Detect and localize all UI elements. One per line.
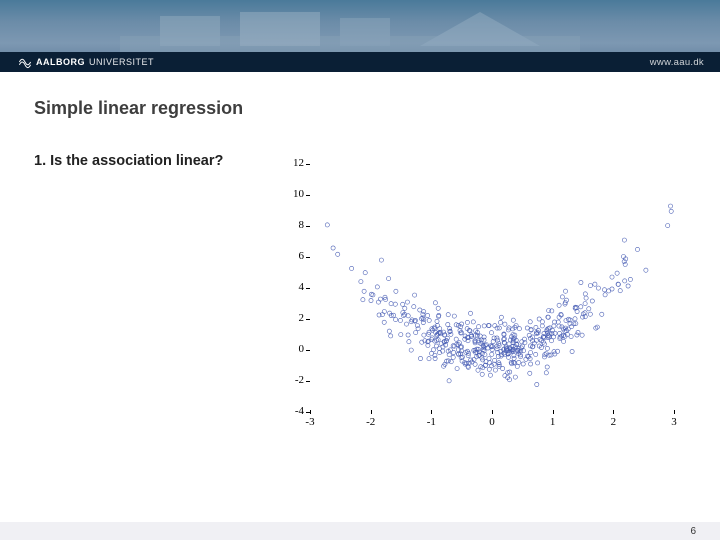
y-tick-label: 8 bbox=[280, 219, 304, 231]
slide-title: Simple linear regression bbox=[34, 98, 686, 119]
page-number: 6 bbox=[690, 526, 696, 537]
y-tick-mark bbox=[306, 319, 310, 320]
logo-text-bold: AALBORG bbox=[36, 57, 85, 67]
header-banner: AALBORG UNIVERSITET www.aau.dk bbox=[0, 0, 720, 72]
x-tick-label: -1 bbox=[421, 416, 441, 428]
y-tick-label: 0 bbox=[280, 343, 304, 355]
y-tick-mark bbox=[306, 226, 310, 227]
university-logo: AALBORG UNIVERSITET bbox=[18, 54, 154, 70]
x-tick-label: 0 bbox=[482, 416, 502, 428]
x-tick-label: 3 bbox=[664, 416, 684, 428]
y-tick-mark bbox=[306, 257, 310, 258]
logo-text-light: UNIVERSITET bbox=[89, 57, 154, 67]
x-tick-mark bbox=[371, 410, 372, 414]
x-tick-label: -3 bbox=[300, 416, 320, 428]
logo-wave-icon bbox=[18, 55, 32, 69]
x-tick-mark bbox=[310, 410, 311, 414]
x-tick-mark bbox=[492, 410, 493, 414]
y-tick-mark bbox=[306, 195, 310, 196]
slide-content: Simple linear regression 1. Is the assoc… bbox=[0, 72, 720, 169]
y-tick-mark bbox=[306, 288, 310, 289]
x-tick-label: -2 bbox=[361, 416, 381, 428]
y-tick-mark bbox=[306, 381, 310, 382]
header-background-image bbox=[120, 6, 580, 52]
x-tick-label: 1 bbox=[543, 416, 563, 428]
y-tick-label: 2 bbox=[280, 312, 304, 324]
scatter-plot: -4-2024681012-3-2-10123 bbox=[280, 160, 690, 460]
y-tick-label: 10 bbox=[280, 188, 304, 200]
y-tick-label: -2 bbox=[280, 374, 304, 386]
x-tick-mark bbox=[674, 410, 675, 414]
y-tick-mark bbox=[306, 350, 310, 351]
y-tick-mark bbox=[306, 164, 310, 165]
x-tick-label: 2 bbox=[603, 416, 623, 428]
y-tick-label: 4 bbox=[280, 281, 304, 293]
header-url: www.aau.dk bbox=[650, 57, 704, 68]
scatter-points bbox=[310, 160, 680, 430]
x-tick-mark bbox=[613, 410, 614, 414]
y-tick-label: 6 bbox=[280, 250, 304, 262]
footer-bar: 6 bbox=[0, 522, 720, 540]
x-tick-mark bbox=[553, 410, 554, 414]
x-tick-mark bbox=[431, 410, 432, 414]
y-tick-label: 12 bbox=[280, 157, 304, 169]
